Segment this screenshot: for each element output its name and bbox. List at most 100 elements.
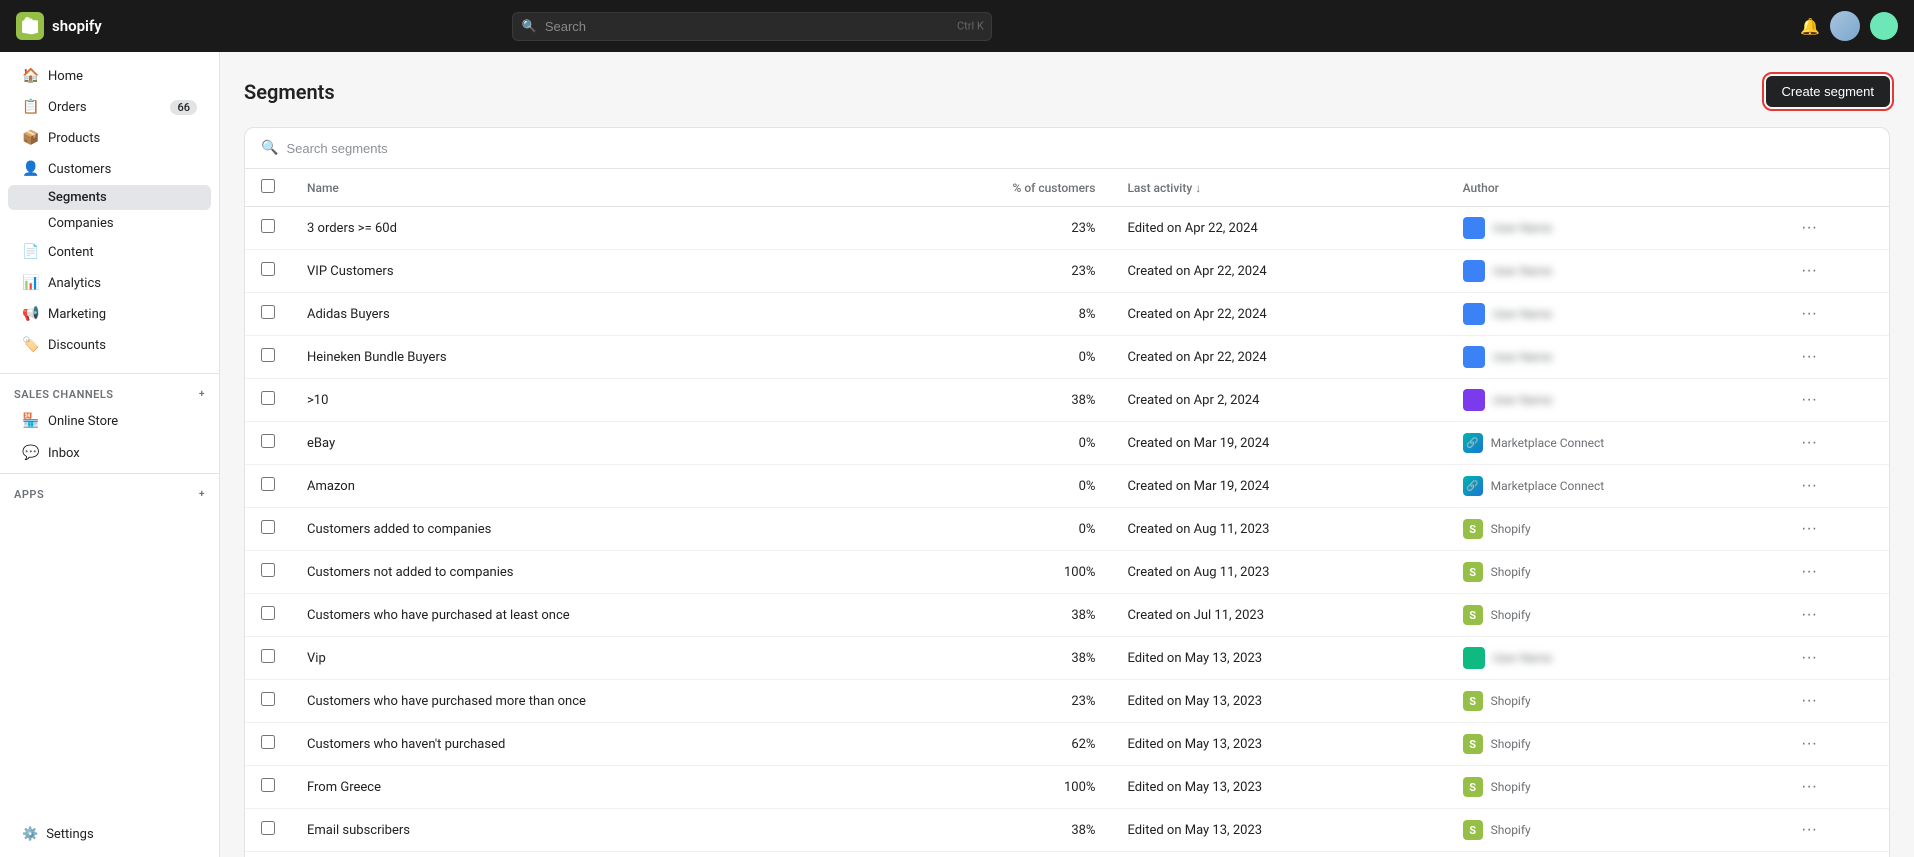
row-checkbox[interactable] (261, 391, 275, 405)
row-checkbox-cell (245, 809, 291, 852)
row-checkbox[interactable] (261, 821, 275, 835)
row-checkbox[interactable] (261, 262, 275, 276)
sidebar-item-content[interactable]: 📄 Content (8, 237, 211, 267)
sidebar-item-orders[interactable]: 📋 Orders 66 (8, 92, 211, 122)
table-row[interactable]: Vip38%Edited on May 13, 2023User Name··· (245, 637, 1889, 680)
row-author: User Name (1447, 293, 1782, 336)
sidebar-item-settings[interactable]: ⚙️ Settings (8, 820, 211, 849)
row-more-button[interactable]: ··· (1797, 346, 1821, 368)
row-checkbox[interactable] (261, 219, 275, 233)
bell-icon[interactable]: 🔔 (1800, 17, 1820, 36)
content-icon: 📄 (22, 244, 40, 260)
row-name: Heineken Bundle Buyers (291, 336, 890, 379)
row-checkbox[interactable] (261, 348, 275, 362)
table-row[interactable]: Heineken Bundle Buyers0%Created on Apr 2… (245, 336, 1889, 379)
global-search-input[interactable] (512, 12, 992, 41)
expand-icon[interactable]: + (199, 389, 205, 400)
row-author: SShopify (1447, 809, 1782, 852)
sales-channels-header: Sales channels + (0, 378, 219, 405)
apps-expand-icon[interactable]: + (199, 489, 205, 500)
table-row[interactable]: Customers added to companies0%Created on… (245, 508, 1889, 551)
sidebar-item-analytics-label: Analytics (48, 276, 101, 291)
table-row[interactable]: Customers who haven't purchased62%Edited… (245, 723, 1889, 766)
user-avatar[interactable] (1830, 11, 1860, 41)
logo[interactable]: shopify (16, 12, 102, 40)
row-more-button[interactable]: ··· (1797, 561, 1821, 583)
row-checkbox[interactable] (261, 606, 275, 620)
row-checkbox[interactable] (261, 434, 275, 448)
sidebar-item-products[interactable]: 📦 Products (8, 123, 211, 153)
sidebar-subitem-companies[interactable]: Companies (8, 211, 211, 236)
table-row[interactable]: Email subscribers38%Edited on May 13, 20… (245, 809, 1889, 852)
row-more-button[interactable]: ··· (1797, 604, 1821, 626)
row-author: SShopify (1447, 723, 1782, 766)
row-more-button[interactable]: ··· (1797, 647, 1821, 669)
row-checkbox[interactable] (261, 649, 275, 663)
table-search-icon: 🔍 (261, 140, 278, 156)
table-row[interactable]: Customers who have purchased more than o… (245, 680, 1889, 723)
row-checkbox[interactable] (261, 692, 275, 706)
table-row[interactable]: eBay0%Created on Mar 19, 2024🔗Marketplac… (245, 422, 1889, 465)
segments-table-container: 🔍 Name % of customers Last activity ↓ Au… (244, 127, 1890, 857)
table-row[interactable]: VIP Customers23%Created on Apr 22, 2024U… (245, 250, 1889, 293)
select-all-checkbox[interactable] (261, 179, 275, 193)
row-checkbox-cell (245, 594, 291, 637)
row-actions: ··· (1781, 680, 1889, 723)
table-row[interactable]: Amazon0%Created on Mar 19, 2024🔗Marketpl… (245, 465, 1889, 508)
sidebar-item-online-store[interactable]: 🏪 Online Store (8, 406, 211, 436)
inbox-label: Inbox (48, 446, 80, 461)
row-author: User Name (1447, 250, 1782, 293)
row-more-button[interactable]: ··· (1797, 776, 1821, 798)
table-row[interactable]: Customers who have purchased at least on… (245, 594, 1889, 637)
sidebar-bottom: ⚙️ Settings (0, 812, 219, 857)
sidebar-subitem-segments[interactable]: Segments (8, 185, 211, 210)
table-row[interactable]: Abandoned checkouts in the last 30 days0… (245, 852, 1889, 857)
table-row[interactable]: Adidas Buyers8%Created on Apr 22, 2024Us… (245, 293, 1889, 336)
create-segment-button[interactable]: Create segment (1766, 76, 1891, 107)
sort-icon: ↓ (1195, 181, 1201, 195)
table-row[interactable]: Customers not added to companies100%Crea… (245, 551, 1889, 594)
row-more-button[interactable]: ··· (1797, 260, 1821, 282)
row-more-button[interactable]: ··· (1797, 518, 1821, 540)
row-more-button[interactable]: ··· (1797, 432, 1821, 454)
row-name: Amazon (291, 465, 890, 508)
row-author: User Name (1447, 379, 1782, 422)
top-bar: shopify 🔍 Ctrl K 🔔 (0, 0, 1914, 52)
row-more-button[interactable]: ··· (1797, 475, 1821, 497)
row-pct: 8% (890, 293, 1111, 336)
row-checkbox-cell (245, 422, 291, 465)
shopify-author-icon: S (1463, 605, 1483, 625)
row-checkbox[interactable] (261, 520, 275, 534)
row-checkbox[interactable] (261, 563, 275, 577)
row-checkbox[interactable] (261, 305, 275, 319)
shopify-author-icon: S (1463, 562, 1483, 582)
table-row[interactable]: >1038%Created on Apr 2, 2024User Name··· (245, 379, 1889, 422)
sidebar-item-discounts[interactable]: 🏷️ Discounts (8, 330, 211, 360)
user-author-avatar (1463, 303, 1485, 325)
row-checkbox[interactable] (261, 477, 275, 491)
row-checkbox[interactable] (261, 735, 275, 749)
sidebar-item-home[interactable]: 🏠 Home (8, 61, 211, 91)
row-more-button[interactable]: ··· (1797, 690, 1821, 712)
table-row[interactable]: 3 orders >= 60d23%Edited on Apr 22, 2024… (245, 207, 1889, 250)
row-more-button[interactable]: ··· (1797, 389, 1821, 411)
main-area: 🏠 Home 📋 Orders 66 📦 Products 👤 Customer… (0, 52, 1914, 857)
online-store-label: Online Store (48, 414, 118, 429)
apps-header: Apps + (0, 478, 219, 505)
row-checkbox[interactable] (261, 778, 275, 792)
sidebar-item-marketing[interactable]: 📢 Marketing (8, 299, 211, 329)
store-avatar[interactable] (1870, 12, 1898, 40)
row-more-button[interactable]: ··· (1797, 733, 1821, 755)
row-more-button[interactable]: ··· (1797, 819, 1821, 841)
sidebar-item-analytics[interactable]: 📊 Analytics (8, 268, 211, 298)
th-activity[interactable]: Last activity ↓ (1111, 169, 1446, 207)
sidebar-item-marketing-label: Marketing (48, 307, 106, 322)
table-row[interactable]: From Greece100%Edited on May 13, 2023SSh… (245, 766, 1889, 809)
sidebar-item-customers[interactable]: 👤 Customers (8, 154, 211, 184)
sidebar-item-discounts-label: Discounts (48, 338, 106, 353)
row-more-button[interactable]: ··· (1797, 217, 1821, 239)
segment-search-input[interactable] (286, 141, 1873, 156)
sidebar-item-inbox[interactable]: 💬 Inbox (8, 438, 211, 468)
row-more-button[interactable]: ··· (1797, 303, 1821, 325)
author-blurred-name: User Name (1493, 307, 1552, 321)
